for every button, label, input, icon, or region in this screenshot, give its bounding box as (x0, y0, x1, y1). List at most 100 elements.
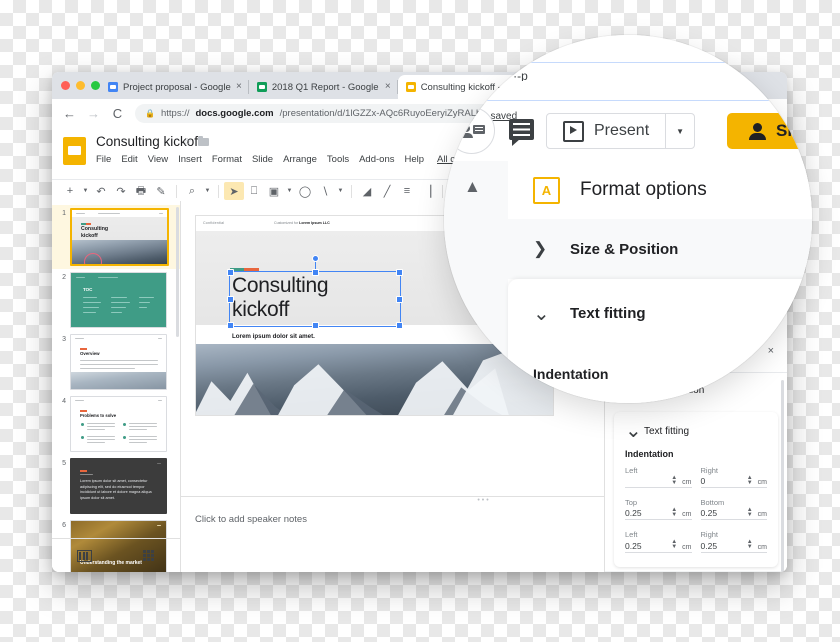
resize-handle-sw[interactable] (227, 322, 234, 329)
menu-addons[interactable]: Add-ons (359, 154, 394, 165)
zoom-icon[interactable]: ⌕ (182, 182, 202, 200)
menu-edit[interactable]: Edit (121, 154, 137, 165)
unit-label: cm (680, 544, 691, 551)
menu-help[interactable]: Help (404, 154, 424, 165)
redo-icon[interactable]: ↷ (111, 182, 131, 200)
insert-image-icon[interactable]: ▣ (264, 182, 284, 200)
mag-presentation-avatar[interactable] (448, 107, 495, 154)
minimize-window-button[interactable] (76, 81, 85, 90)
rotate-handle[interactable] (312, 255, 319, 262)
slide-thumbnail-5[interactable]: 5 Lorem ipsum dolor sit amet, consectetu… (52, 455, 180, 517)
text-box-icon[interactable]: ⎕ (244, 182, 264, 200)
speaker-notes-placeholder[interactable]: Click to add speaker notes (195, 514, 307, 525)
mag-indentation-fields: Left ▲▼ cm Right 0 ▲▼ cm (533, 396, 812, 403)
resize-handle-s[interactable] (312, 322, 319, 329)
menu-format[interactable]: Format (212, 154, 242, 165)
filmstrip-scrollbar[interactable] (176, 207, 179, 337)
thumbnail-canvas: Lorem ipsum dolor sit amet, consectetur … (70, 458, 167, 514)
resize-handle-e[interactable] (396, 296, 403, 303)
line-color-icon[interactable]: ╱ (377, 182, 397, 200)
stepper-icon[interactable]: ▲▼ (747, 476, 753, 486)
line-dash-icon[interactable]: ▕ (417, 182, 437, 200)
mag-present-button[interactable]: Present (547, 114, 665, 148)
star-icon[interactable]: ☆ (183, 137, 192, 148)
reload-icon[interactable]: C (111, 106, 124, 121)
menu-slide[interactable]: Slide (252, 154, 273, 165)
mag-collapse-icon[interactable]: ▲ (464, 177, 481, 197)
padding-bottom-value[interactable]: 0.25 (701, 508, 744, 518)
resize-handle-ne[interactable] (396, 269, 403, 276)
back-icon[interactable]: ← (63, 106, 76, 121)
close-window-button[interactable] (61, 81, 70, 90)
padding-top-field[interactable]: Top 0.25▲▼cm (625, 498, 692, 520)
indent-right-value[interactable]: 0 (701, 476, 744, 486)
toolbar-divider (218, 185, 219, 198)
menu-file[interactable]: File (96, 154, 111, 165)
slide-thumbnail-4[interactable]: 4 Problems to solve (52, 393, 180, 455)
resize-handle-n[interactable] (312, 269, 319, 276)
padding-right-field[interactable]: Right 0.25▲▼cm (701, 530, 768, 552)
folder-icon[interactable] (198, 138, 209, 146)
mag-share-button[interactable]: Share (727, 113, 812, 149)
slide-subtitle-text[interactable]: Lorem ipsum dolor sit amet. (232, 333, 315, 340)
padding-top-value[interactable]: 0.25 (625, 508, 668, 518)
insert-image-dropdown-icon[interactable]: ▼ (284, 182, 295, 200)
stepper-icon[interactable]: ▲▼ (671, 540, 677, 550)
grid-view-button[interactable] (116, 550, 180, 561)
padding-left-field[interactable]: Left 0.25▲▼cm (625, 530, 692, 552)
stepper-icon[interactable]: ▲▼ (671, 508, 677, 518)
line-icon[interactable]: ∖ (315, 182, 335, 200)
stepper-icon[interactable]: ▲▼ (747, 540, 753, 550)
padding-left-value[interactable]: 0.25 (625, 541, 668, 551)
line-dropdown-icon[interactable]: ▼ (335, 182, 346, 200)
close-tab-icon[interactable]: × (385, 82, 391, 92)
menu-tools[interactable]: Tools (327, 154, 349, 165)
mag-share-label: Share (776, 121, 812, 141)
resize-handle-w[interactable] (227, 296, 234, 303)
paint-format-icon[interactable]: ✎ (151, 182, 171, 200)
filmstrip-view-button[interactable] (52, 550, 116, 562)
mag-comment-icon[interactable] (509, 119, 534, 140)
line-weight-icon[interactable]: ≡ (397, 182, 417, 200)
close-tab-icon[interactable]: × (236, 82, 242, 92)
stepper-icon[interactable]: ▲▼ (747, 508, 753, 518)
text-fitting-label: Text fitting (644, 426, 689, 437)
mag-present-dropdown-icon[interactable]: ▼ (665, 114, 694, 148)
print-icon[interactable]: 🖶 (131, 182, 151, 200)
shape-icon[interactable]: ◯ (295, 182, 315, 200)
mag-indent-left-field[interactable]: Left ▲▼ cm (533, 396, 643, 403)
indent-left-field[interactable]: Left ▲▼cm (625, 466, 692, 488)
menu-view[interactable]: View (148, 154, 168, 165)
browser-tab-sheets[interactable]: 2018 Q1 Report - Google Shee × (249, 75, 398, 99)
new-slide-dropdown-icon[interactable]: ▼ (80, 182, 91, 200)
maximize-window-button[interactable] (91, 81, 100, 90)
mag-size-position-row[interactable]: ❯ Size & Position (508, 219, 812, 279)
indent-right-field[interactable]: Right 0▲▼cm (701, 466, 768, 488)
format-panel-scrollbar[interactable] (781, 380, 784, 572)
select-tool-icon[interactable]: ➤ (224, 182, 244, 200)
window-traffic-lights[interactable] (61, 81, 100, 90)
slide-thumbnail-2[interactable]: 2 TOC (52, 269, 180, 331)
resize-handle-nw[interactable] (227, 269, 234, 276)
menu-insert[interactable]: Insert (178, 154, 202, 165)
slide-number: 2 (55, 272, 66, 281)
resize-handle-se[interactable] (396, 322, 403, 329)
text-box-selection[interactable] (229, 271, 401, 327)
stepper-icon[interactable]: ▲▼ (671, 476, 677, 486)
mag-text-fitting-header[interactable]: ⌄ Text fitting (533, 305, 812, 322)
padding-right-value[interactable]: 0.25 (701, 541, 744, 551)
browser-tab-docs[interactable]: Project proposal - Google Doc × (100, 75, 249, 99)
slide-thumbnail-1[interactable]: 1 Consultingkickoff (52, 205, 180, 269)
text-fitting-header[interactable]: ⌄ Text fitting (625, 421, 767, 447)
padding-bottom-field[interactable]: Bottom 0.25▲▼cm (701, 498, 768, 520)
undo-icon[interactable]: ↶ (91, 182, 111, 200)
menu-arrange[interactable]: Arrange (283, 154, 317, 165)
fill-color-icon[interactable]: ◢ (357, 182, 377, 200)
mag-indent-right-field[interactable]: Right 0 ▲▼ cm (681, 396, 791, 403)
drop-shadow-row[interactable]: ❯ Drop shadow (605, 571, 787, 572)
new-slide-icon[interactable]: + (60, 182, 80, 200)
thumb-title: Consultingkickoff (81, 226, 108, 239)
forward-icon[interactable]: → (87, 106, 100, 121)
slide-thumbnail-3[interactable]: 3 Overview (52, 331, 180, 393)
zoom-dropdown-icon[interactable]: ▼ (202, 182, 213, 200)
